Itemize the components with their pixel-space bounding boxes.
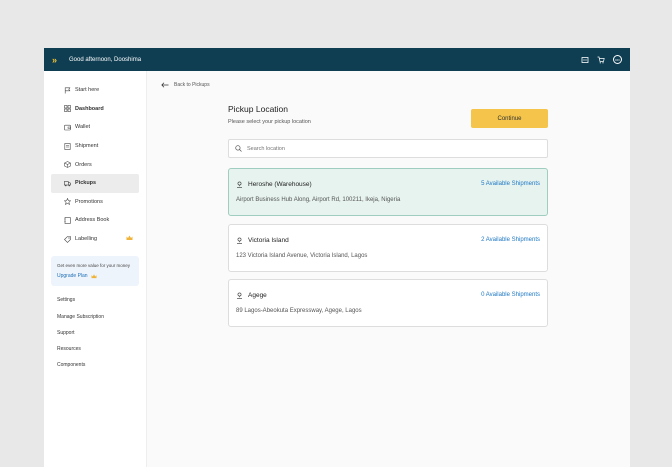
sidebar-link-support[interactable]: Support <box>44 325 146 341</box>
crown-icon <box>91 274 97 279</box>
sidebar-item-label: Labelling <box>75 236 98 243</box>
sidebar-item-wallet[interactable]: Wallet <box>51 118 139 137</box>
shipment-icon <box>64 142 71 150</box>
location-card-agege[interactable]: Agege 0 Available Shipments 89 Lagos-Abe… <box>228 279 548 327</box>
location-address: 89 Lagos-Abeokuta Expressway, Agege, Lag… <box>236 308 362 314</box>
wallet-icon <box>64 124 71 131</box>
address-book-icon <box>64 217 71 224</box>
dashboard-icon <box>64 105 71 113</box>
location-address: Airport Business Hub Along, Airport Rd, … <box>236 197 401 203</box>
star-icon <box>64 198 71 206</box>
double-chevron-icon[interactable]: » <box>52 55 64 65</box>
upgrade-card: Get even more value for your money Upgra… <box>51 256 139 287</box>
location-pin-icon <box>237 237 242 244</box>
sidebar-item-orders[interactable]: Orders <box>51 155 139 174</box>
wallet-icon[interactable] <box>581 56 589 64</box>
sidebar-link-settings[interactable]: Settings <box>44 292 146 308</box>
sidebar-item-shipment[interactable]: Shipment <box>51 137 139 156</box>
location-pin-icon <box>237 292 242 299</box>
sidebar-link-resources[interactable]: Resources <box>44 341 146 357</box>
sidebar-item-label: Start here <box>75 87 100 94</box>
sidebar-item-label: Wallet <box>75 124 91 131</box>
truck-icon <box>64 180 71 187</box>
orders-icon <box>64 161 71 168</box>
location-name: Heroshe (Warehouse) <box>248 181 312 188</box>
search-input[interactable] <box>247 145 527 152</box>
sidebar-item-promotions[interactable]: Promotions <box>51 193 139 212</box>
available-shipments: 0 Available Shipments <box>481 292 540 298</box>
sidebar-item-label: Pickups <box>75 180 97 187</box>
flag-icon <box>64 87 71 94</box>
main-content: Back to Pickups Pickup Location Please s… <box>147 71 630 467</box>
upgrade-plan-label: Upgrade Plan <box>57 273 88 280</box>
sidebar-item-address-book[interactable]: Address Book <box>51 211 139 230</box>
search-box[interactable] <box>228 139 548 158</box>
upgrade-plan-link[interactable]: Upgrade Plan <box>57 273 133 279</box>
location-pin-icon <box>237 181 242 188</box>
sidebar-item-labelling[interactable]: Labelling <box>51 230 139 249</box>
crown-icon <box>126 235 133 243</box>
sidebar-item-dashboard[interactable]: Dashboard <box>51 100 139 119</box>
cart-icon[interactable] <box>597 56 605 64</box>
sidebar-item-label: Orders <box>75 161 92 168</box>
location-name: Victoria Island <box>248 237 289 244</box>
page-subtitle: Please select your pickup location <box>228 119 311 125</box>
page-title: Pickup Location <box>228 104 289 114</box>
back-link[interactable]: Back to Pickups <box>161 82 210 88</box>
available-shipments: 5 Available Shipments <box>481 181 540 187</box>
sidebar-item-label: Dashboard <box>75 105 104 112</box>
upgrade-text: Get even more value for your money <box>57 263 131 269</box>
top-bar: » Good afternoon, Dooshima DO <box>44 48 630 71</box>
back-label: Back to Pickups <box>174 82 210 88</box>
continue-button[interactable]: Continue <box>471 109 548 128</box>
avatar[interactable]: DO <box>613 55 622 64</box>
sidebar: Start here Dashboard Wallet Shipment Ord… <box>44 71 147 467</box>
sidebar-item-start-here[interactable]: Start here <box>51 81 139 100</box>
greeting-text: Good afternoon, Dooshima <box>69 56 142 63</box>
sidebar-item-label: Address Book <box>75 217 110 224</box>
location-card-heroshe[interactable]: Heroshe (Warehouse) 5 Available Shipment… <box>228 168 548 216</box>
app-window: » Good afternoon, Dooshima DO Start here… <box>44 48 630 467</box>
sidebar-link-components[interactable]: Components <box>44 357 146 373</box>
location-name: Agege <box>248 292 267 299</box>
label-icon <box>64 235 71 243</box>
sidebar-item-label: Promotions <box>75 198 103 205</box>
arrow-left-icon <box>161 82 169 88</box>
sidebar-item-label: Shipment <box>75 143 99 150</box>
search-icon <box>235 145 242 152</box>
sidebar-link-manage-subscription[interactable]: Manage Subscription <box>44 309 146 325</box>
location-card-victoria-island[interactable]: Victoria Island 2 Available Shipments 12… <box>228 224 548 272</box>
location-address: 123 Victoria Island Avenue, Victoria Isl… <box>236 253 368 259</box>
available-shipments: 2 Available Shipments <box>481 237 540 243</box>
sidebar-item-pickups[interactable]: Pickups <box>51 173 139 193</box>
